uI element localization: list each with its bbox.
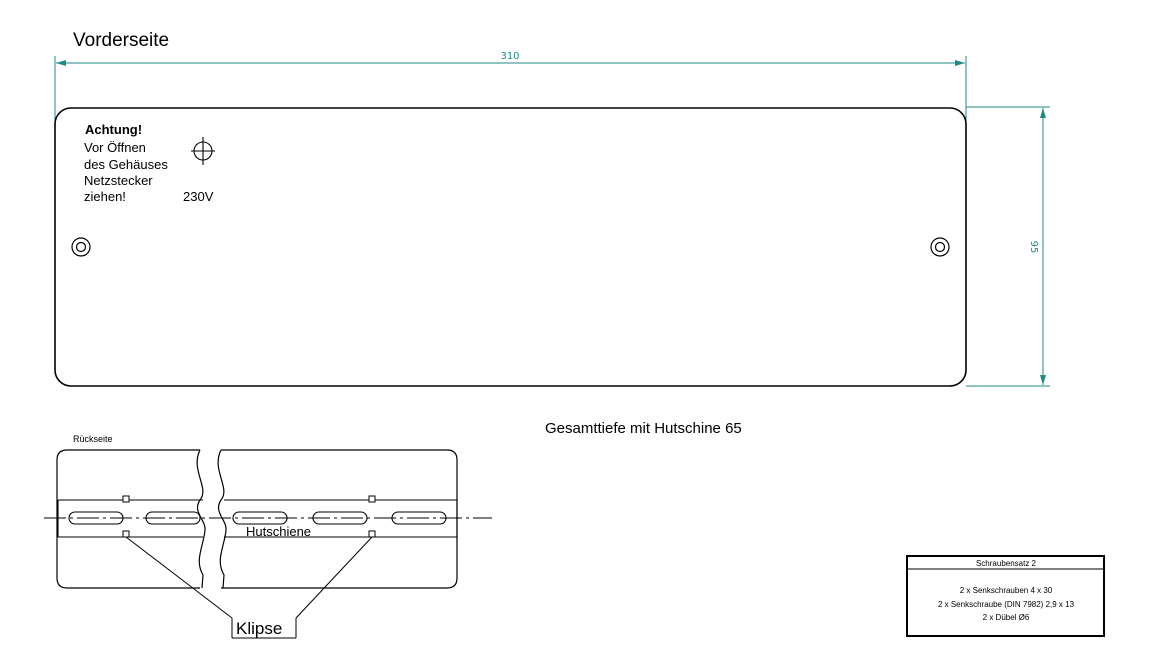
depth-note: Gesamttiefe mit Hutschine 65 [545, 420, 742, 437]
screw-set-box: Schraubensatz 2 2 x Senkschrauben 4 x 30… [906, 555, 1105, 637]
voltage-label: 230V [183, 189, 214, 204]
technical-drawing: Vorderseite 310 95 Achtung! Vor Öffnen d… [44, 30, 1105, 639]
height-dimension: 95 [966, 106, 1050, 387]
rail-label: Hutschiene [246, 524, 311, 539]
warning-block: Achtung! Vor Öffnen des Gehäuses Netzste… [84, 122, 214, 204]
mounting-hole-right-icon [930, 237, 950, 257]
front-view-title: Vorderseite [73, 30, 169, 51]
screw-item-1: 2 x Senkschrauben 4 x 30 [960, 586, 1053, 595]
screw-item-2: 2 x Senkschraube (DIN 7982) 2,9 x 13 [938, 600, 1075, 609]
back-view-title: Rückseite [73, 434, 113, 444]
warning-line-1: Vor Öffnen [84, 140, 146, 155]
width-dimension-label: 310 [500, 51, 519, 62]
warning-line-4: ziehen! [84, 189, 126, 204]
warning-line-3: Netzstecker [84, 173, 153, 188]
screw-item-3: 2 x Dübel Ø6 [983, 613, 1030, 622]
screw-set-title: Schraubensatz 2 [976, 559, 1037, 568]
back-panel [56, 449, 458, 589]
warning-line-2: des Gehäuses [84, 157, 168, 172]
front-panel [54, 107, 967, 387]
mounting-hole-left-icon [71, 237, 91, 257]
warning-heading: Achtung! [85, 122, 142, 137]
width-dimension: 310 [54, 51, 967, 120]
clips-label: Klipse [236, 619, 282, 638]
crosshair-icon [191, 137, 215, 165]
height-dimension-label: 95 [1028, 241, 1039, 254]
